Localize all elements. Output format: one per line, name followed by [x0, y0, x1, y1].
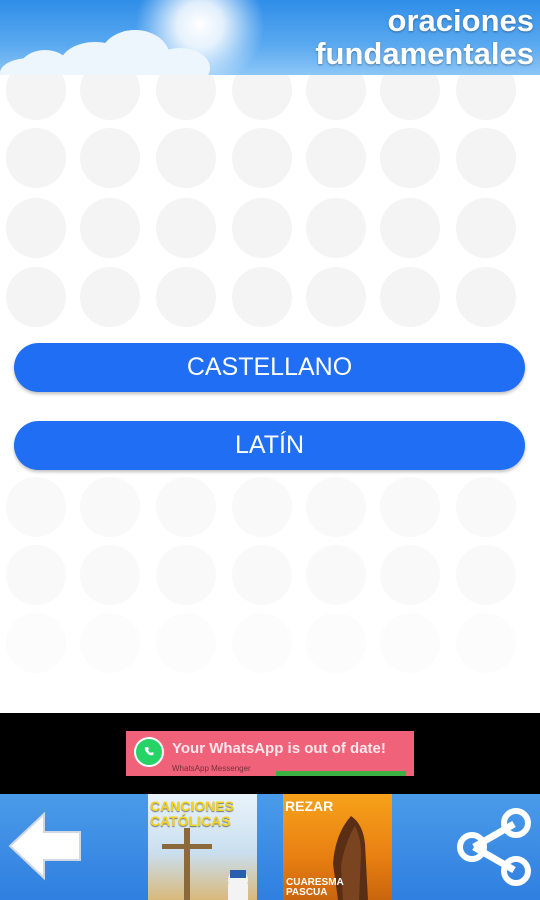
share-icon	[457, 808, 531, 886]
title-line-1: oraciones	[387, 3, 534, 38]
ad-bar: Your WhatsApp is out of date! WhatsApp M…	[0, 713, 540, 794]
ad-stripe	[276, 771, 406, 776]
tile-subtitle-line-2: PASCUA	[286, 887, 328, 898]
castellano-button[interactable]: CASTELLANO	[14, 343, 525, 392]
ad-subtext: WhatsApp Messenger	[172, 764, 251, 773]
bottom-bar: CANCIONES CATÓLICAS REZAR CUARESMA PASCU…	[0, 794, 540, 900]
whatsapp-icon	[134, 737, 164, 767]
tile-subtitle: CUARESMA PASCUA	[286, 878, 344, 898]
main-content: CASTELLANO LATÍN	[0, 75, 540, 713]
ad-text: Your WhatsApp is out of date!	[172, 740, 386, 757]
arrow-left-icon	[8, 811, 81, 881]
app-tile-rezar[interactable]: REZAR CUARESMA PASCUA	[283, 794, 392, 900]
app-tile-canciones-catolicas[interactable]: CANCIONES CATÓLICAS	[148, 794, 257, 900]
cross-icon	[162, 828, 248, 900]
latin-button[interactable]: LATÍN	[14, 421, 525, 470]
share-button[interactable]	[454, 806, 536, 888]
ad-banner[interactable]: Your WhatsApp is out of date! WhatsApp M…	[126, 731, 414, 776]
app-header: oraciones fundamentales	[0, 0, 540, 75]
page-title: oraciones fundamentales	[315, 4, 534, 70]
background-dot-pattern	[6, 75, 516, 673]
back-button[interactable]	[6, 806, 86, 886]
title-line-2: fundamentales	[315, 36, 534, 71]
